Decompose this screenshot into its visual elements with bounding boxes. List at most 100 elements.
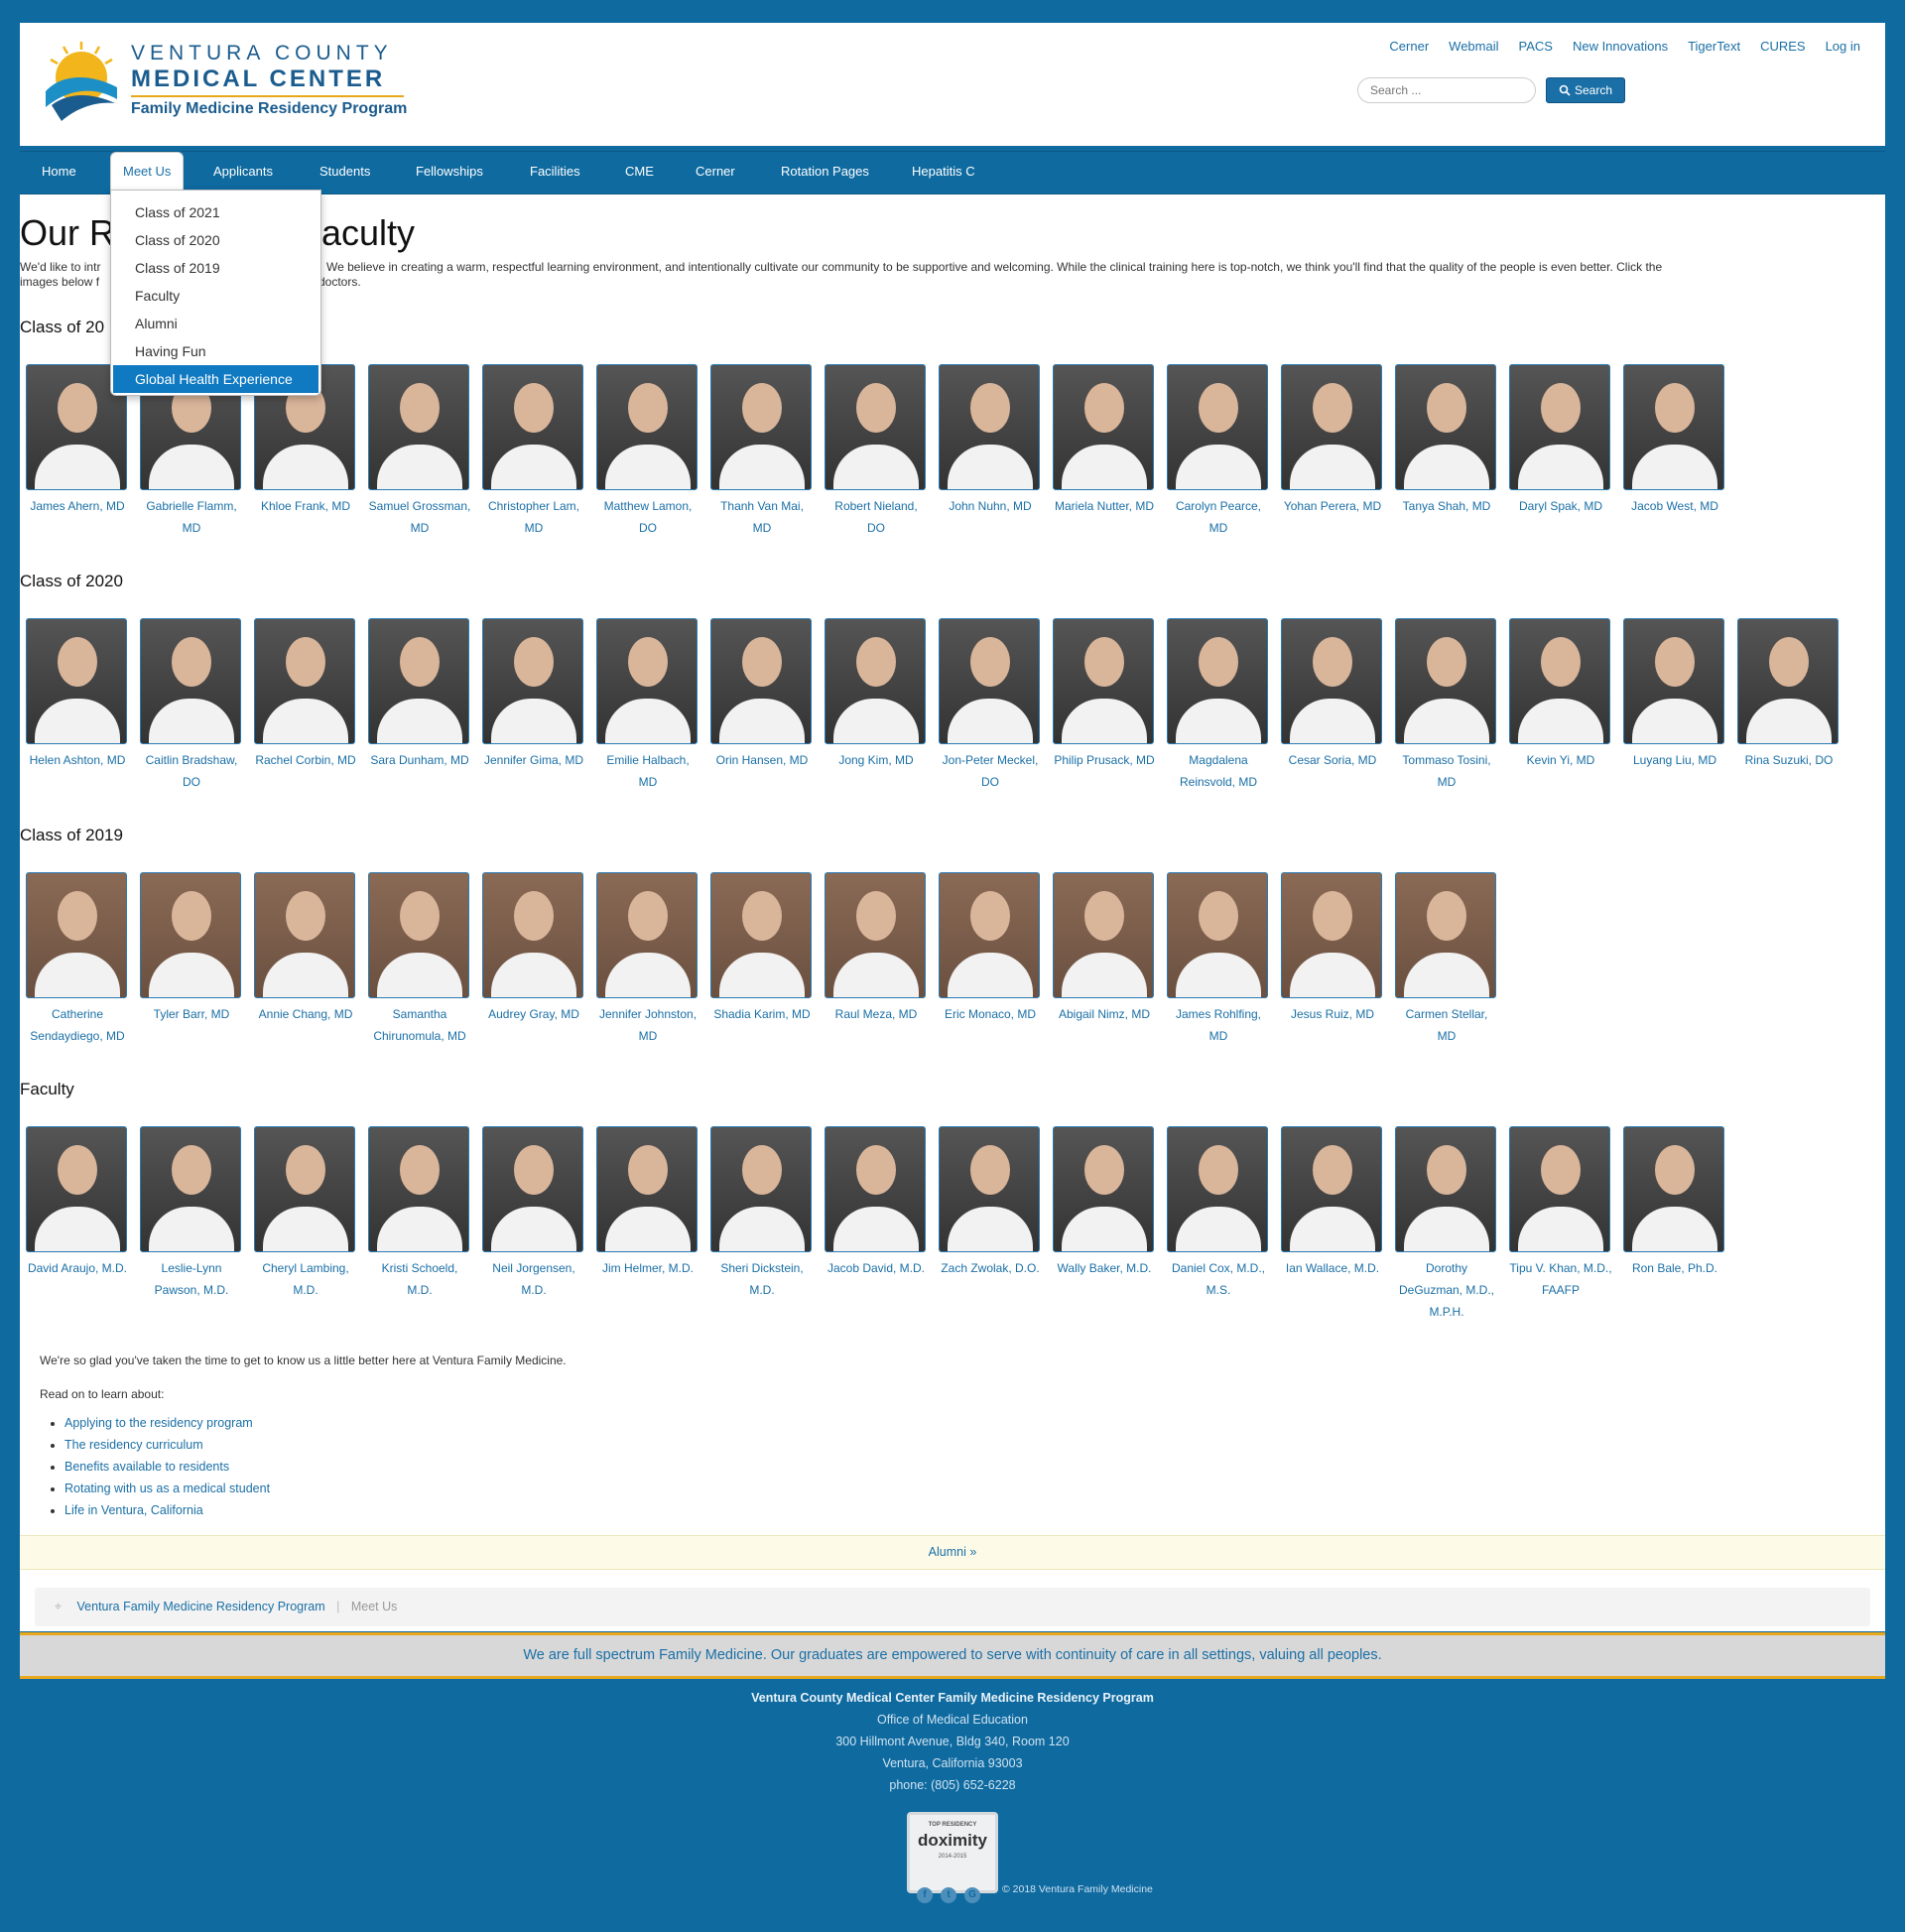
person-name-link[interactable]: John Nuhn, MD bbox=[939, 495, 1042, 517]
person-photo[interactable] bbox=[1053, 618, 1154, 744]
link-tigertext[interactable]: TigerText bbox=[1688, 39, 1740, 54]
person-photo[interactable] bbox=[1623, 618, 1724, 744]
menu-item-alumni[interactable]: Alumni bbox=[113, 310, 318, 337]
person-name-link[interactable]: Jennifer Johnston, MD bbox=[596, 1003, 699, 1047]
person-card[interactable]: Jacob David, M.D. bbox=[825, 1126, 928, 1279]
person-card[interactable]: Philip Prusack, MD bbox=[1053, 618, 1156, 771]
person-photo[interactable] bbox=[140, 872, 241, 998]
person-card[interactable]: Yohan Perera, MD bbox=[1281, 364, 1384, 517]
person-card[interactable]: Cesar Soria, MD bbox=[1281, 618, 1384, 771]
person-card[interactable]: Jim Helmer, M.D. bbox=[596, 1126, 699, 1279]
person-name-link[interactable]: Caitlin Bradshaw, DO bbox=[140, 749, 243, 793]
person-photo[interactable] bbox=[1737, 618, 1839, 744]
nav-rotation-pages[interactable]: Rotation Pages bbox=[781, 164, 869, 179]
person-photo[interactable] bbox=[939, 1126, 1040, 1252]
person-card[interactable]: Abigail Nimz, MD bbox=[1053, 872, 1156, 1025]
person-card[interactable]: Luyang Liu, MD bbox=[1623, 618, 1726, 771]
person-photo[interactable] bbox=[1281, 618, 1382, 744]
person-card[interactable]: Robert Nieland, DO bbox=[825, 364, 928, 539]
person-name-link[interactable]: Jacob West, MD bbox=[1623, 495, 1726, 517]
person-name-link[interactable]: Daryl Spak, MD bbox=[1509, 495, 1612, 517]
person-card[interactable]: Wally Baker, M.D. bbox=[1053, 1126, 1156, 1279]
person-photo[interactable] bbox=[26, 618, 127, 744]
person-name-link[interactable]: Tipu V. Khan, M.D., FAAFP bbox=[1509, 1257, 1612, 1301]
person-card[interactable]: Eric Monaco, MD bbox=[939, 872, 1042, 1025]
person-photo[interactable] bbox=[368, 1126, 469, 1252]
person-photo[interactable] bbox=[482, 872, 583, 998]
person-photo[interactable] bbox=[1509, 1126, 1610, 1252]
person-photo[interactable] bbox=[1509, 618, 1610, 744]
person-photo[interactable] bbox=[1167, 872, 1268, 998]
person-photo[interactable] bbox=[825, 364, 926, 490]
person-name-link[interactable]: Mariela Nutter, MD bbox=[1053, 495, 1156, 517]
person-card[interactable]: Tanya Shah, MD bbox=[1395, 364, 1498, 517]
person-name-link[interactable]: James Ahern, MD bbox=[26, 495, 129, 517]
person-photo[interactable] bbox=[1167, 364, 1268, 490]
person-name-link[interactable]: Jong Kim, MD bbox=[825, 749, 928, 771]
person-name-link[interactable]: David Araujo, M.D. bbox=[26, 1257, 129, 1279]
person-name-link[interactable]: Samantha Chirunomula, MD bbox=[368, 1003, 471, 1047]
link-new-innovations[interactable]: New Innovations bbox=[1573, 39, 1668, 54]
person-card[interactable]: Jon-Peter Meckel, DO bbox=[939, 618, 1042, 793]
person-photo[interactable] bbox=[1509, 364, 1610, 490]
person-card[interactable]: Mariela Nutter, MD bbox=[1053, 364, 1156, 517]
person-card[interactable]: Emilie Halbach, MD bbox=[596, 618, 699, 793]
person-card[interactable]: Rina Suzuki, DO bbox=[1737, 618, 1841, 771]
person-name-link[interactable]: Sheri Dickstein, M.D. bbox=[710, 1257, 814, 1301]
person-name-link[interactable]: Cesar Soria, MD bbox=[1281, 749, 1384, 771]
nav-cerner[interactable]: Cerner bbox=[696, 164, 735, 179]
search-input[interactable] bbox=[1357, 77, 1536, 103]
person-photo[interactable] bbox=[1395, 618, 1496, 744]
nav-students[interactable]: Students bbox=[319, 164, 370, 179]
person-card[interactable]: Cheryl Lambing, M.D. bbox=[254, 1126, 357, 1301]
person-name-link[interactable]: Emilie Halbach, MD bbox=[596, 749, 699, 793]
person-photo[interactable] bbox=[825, 618, 926, 744]
link-pacs[interactable]: PACS bbox=[1519, 39, 1553, 54]
person-photo[interactable] bbox=[482, 364, 583, 490]
person-name-link[interactable]: Yohan Perera, MD bbox=[1281, 495, 1384, 517]
person-photo[interactable] bbox=[140, 1126, 241, 1252]
person-card[interactable]: Jong Kim, MD bbox=[825, 618, 928, 771]
person-photo[interactable] bbox=[1623, 1126, 1724, 1252]
person-card[interactable]: Samantha Chirunomula, MD bbox=[368, 872, 471, 1047]
person-photo[interactable] bbox=[1395, 364, 1496, 490]
menu-item-class-2020[interactable]: Class of 2020 bbox=[113, 226, 318, 254]
person-photo[interactable] bbox=[939, 872, 1040, 998]
person-name-link[interactable]: Dorothy DeGuzman, M.D., M.P.H. bbox=[1395, 1257, 1498, 1323]
person-card[interactable]: Zach Zwolak, D.O. bbox=[939, 1126, 1042, 1279]
person-card[interactable]: Tyler Barr, MD bbox=[140, 872, 243, 1025]
link-cerner[interactable]: Cerner bbox=[1389, 39, 1429, 54]
person-photo[interactable] bbox=[939, 618, 1040, 744]
person-name-link[interactable]: Matthew Lamon, DO bbox=[596, 495, 699, 539]
person-name-link[interactable]: Helen Ashton, MD bbox=[26, 749, 129, 771]
menu-item-having-fun[interactable]: Having Fun bbox=[113, 337, 318, 365]
twitter-icon[interactable]: t bbox=[941, 1887, 956, 1903]
person-card[interactable]: Helen Ashton, MD bbox=[26, 618, 129, 771]
person-photo[interactable] bbox=[710, 618, 812, 744]
person-name-link[interactable]: Leslie-Lynn Pawson, M.D. bbox=[140, 1257, 243, 1301]
person-card[interactable]: Annie Chang, MD bbox=[254, 872, 357, 1025]
person-name-link[interactable]: Thanh Van Mai, MD bbox=[710, 495, 814, 539]
person-name-link[interactable]: Abigail Nimz, MD bbox=[1053, 1003, 1156, 1025]
nav-facilities[interactable]: Facilities bbox=[530, 164, 580, 179]
person-name-link[interactable]: Sara Dunham, MD bbox=[368, 749, 471, 771]
person-photo[interactable] bbox=[1281, 1126, 1382, 1252]
person-card[interactable]: Carmen Stellar, MD bbox=[1395, 872, 1498, 1047]
person-card[interactable]: David Araujo, M.D. bbox=[26, 1126, 129, 1279]
google-plus-icon[interactable]: G bbox=[964, 1887, 980, 1903]
doximity-badge[interactable]: TOP RESIDENCY doximity 2014-2015 bbox=[907, 1812, 998, 1893]
person-photo[interactable] bbox=[1395, 1126, 1496, 1252]
person-name-link[interactable]: Samuel Grossman, MD bbox=[368, 495, 471, 539]
person-card[interactable]: Magdalena Reinsvold, MD bbox=[1167, 618, 1270, 793]
person-card[interactable]: Daryl Spak, MD bbox=[1509, 364, 1612, 517]
search-button[interactable]: Search bbox=[1546, 77, 1626, 103]
person-card[interactable]: Catherine Sendaydiego, MD bbox=[26, 872, 129, 1047]
person-card[interactable]: Tommaso Tosini, MD bbox=[1395, 618, 1498, 793]
person-card[interactable]: Kristi Schoeld, M.D. bbox=[368, 1126, 471, 1301]
nav-hepatitis-c[interactable]: Hepatitis C bbox=[912, 164, 975, 179]
person-card[interactable]: James Rohlfing, MD bbox=[1167, 872, 1270, 1047]
nav-cme[interactable]: CME bbox=[625, 164, 654, 179]
person-name-link[interactable]: Carmen Stellar, MD bbox=[1395, 1003, 1498, 1047]
person-name-link[interactable]: Tanya Shah, MD bbox=[1395, 495, 1498, 517]
person-card[interactable]: Carolyn Pearce, MD bbox=[1167, 364, 1270, 539]
